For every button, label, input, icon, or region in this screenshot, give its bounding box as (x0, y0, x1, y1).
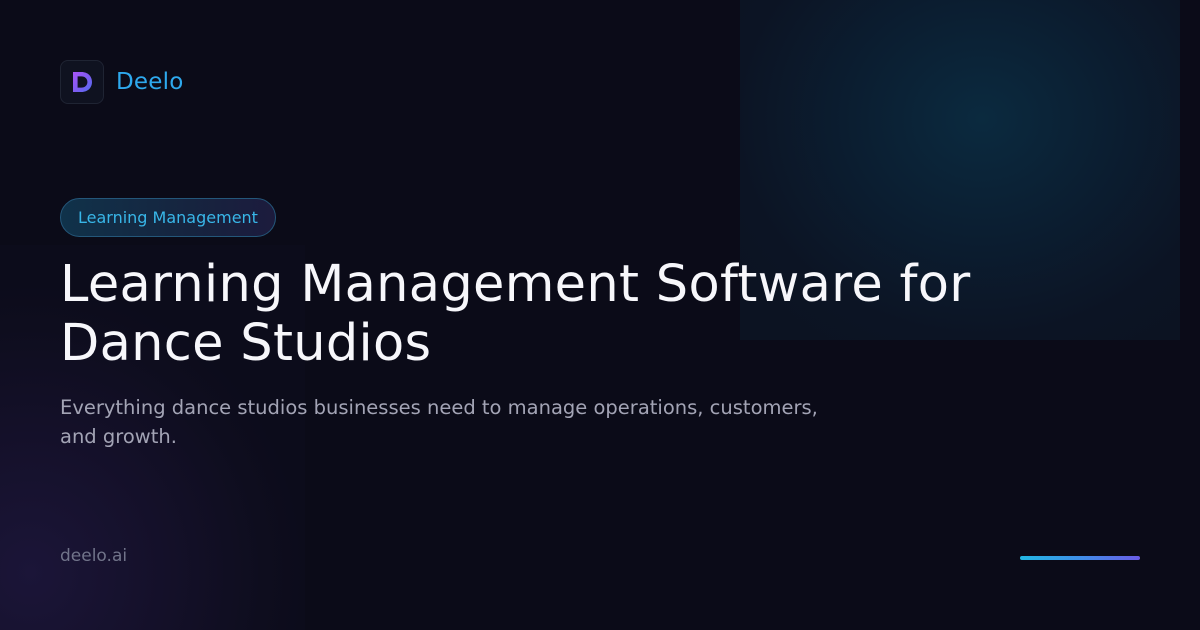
page-title: Learning Management Software for Dance St… (60, 255, 1060, 373)
brand-logo: Deelo (60, 60, 183, 104)
footer-domain: deelo.ai (60, 546, 128, 566)
page-subtitle: Everything dance studios businesses need… (60, 393, 890, 451)
accent-bar (1020, 556, 1140, 560)
brand-name: Deelo (116, 69, 184, 95)
title-line-1: Learning Management Software for (60, 255, 971, 314)
subtitle-line-2: and growth. (60, 425, 177, 448)
title-line-2: Dance Studios (60, 314, 432, 373)
subtitle-line-1: Everything dance studios businesses need… (60, 396, 818, 419)
social-card: Deelo Learning Management Learning Manag… (0, 0, 1200, 630)
category-badge: Learning Management (60, 198, 276, 237)
deelo-d-logo-icon (60, 60, 104, 104)
